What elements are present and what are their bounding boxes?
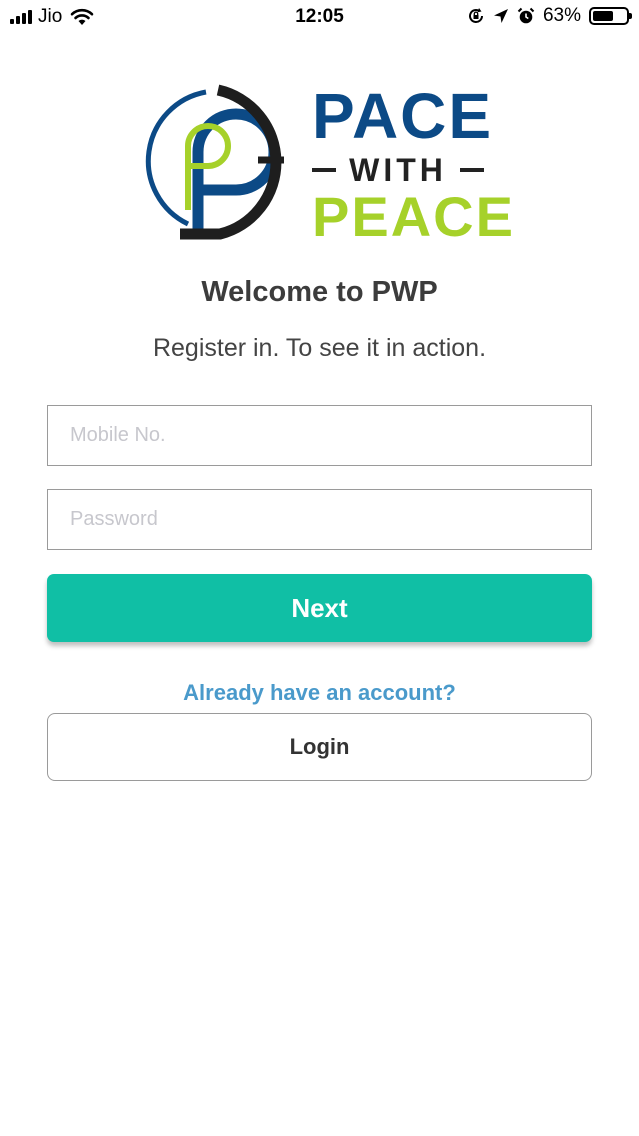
mobile-number-input[interactable] [47, 405, 592, 466]
welcome-subtitle: Register in. To see it in action. [152, 334, 487, 362]
location-icon [493, 9, 508, 23]
login-button[interactable]: Login [47, 713, 592, 781]
password-input[interactable] [47, 489, 592, 550]
app-logo: PACE WITH PEACE [140, 82, 513, 246]
battery-icon [589, 7, 632, 25]
pwp-logo-mark-icon [145, 84, 284, 240]
battery-fill [593, 11, 613, 21]
logo-line-pace: PACE [312, 80, 494, 152]
logo-dash-right [460, 168, 484, 172]
welcome-title: Welcome to PWP [201, 276, 438, 308]
alarm-icon [517, 7, 535, 24]
logo-line-peace: PEACE [312, 185, 515, 248]
next-button[interactable]: Next [47, 574, 592, 642]
logo-dash-left [312, 168, 336, 172]
status-bar: Jio 12:05 63% [0, 0, 639, 34]
orientation-lock-icon [469, 8, 483, 23]
status-bar-right: 63% [467, 5, 632, 27]
battery-percent: 63% [542, 5, 581, 26]
logo-wordmark: PACE WITH PEACE [312, 80, 515, 248]
logo-line-with: WITH [349, 151, 447, 188]
battery-nub [629, 13, 632, 19]
already-have-account-link[interactable]: Already have an account? [0, 680, 639, 706]
logo-line-with-row: WITH [312, 152, 484, 188]
